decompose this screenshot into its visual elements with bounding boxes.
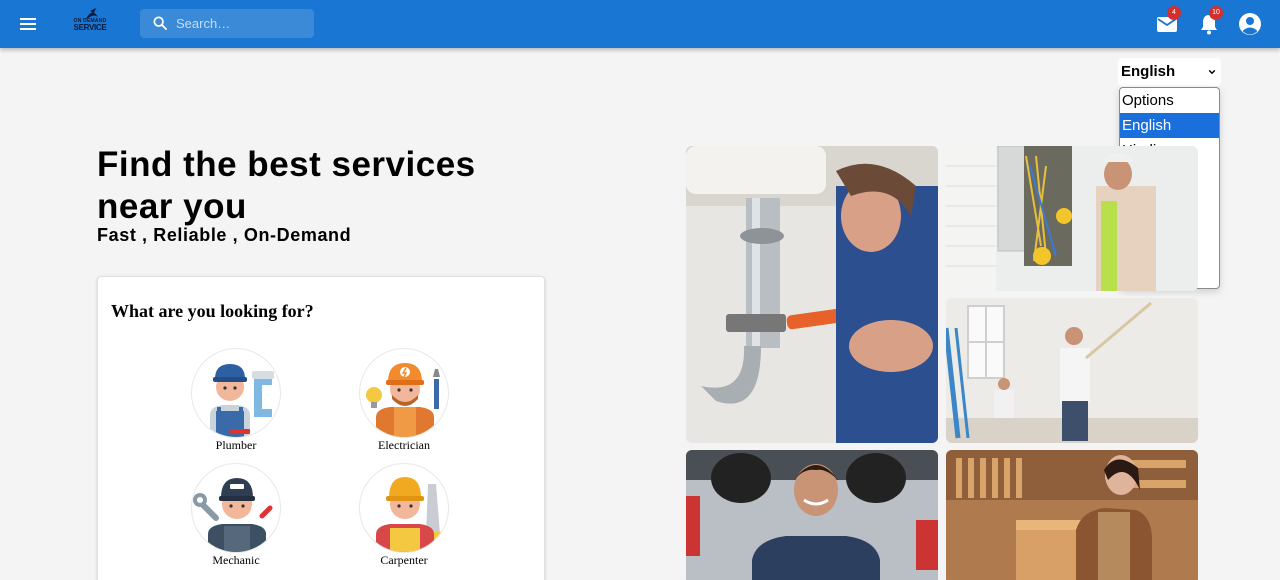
account-circle-icon bbox=[1239, 13, 1261, 35]
hero-subtitle: Fast , Reliable , On-Demand bbox=[97, 225, 352, 245]
logo-line2: SERVICE bbox=[73, 23, 107, 32]
logo[interactable]: ON DEMAND SERVICE bbox=[70, 5, 110, 43]
carpenter-icon bbox=[359, 463, 449, 553]
electrician-icon bbox=[359, 348, 449, 438]
service-label-plumber: Plumber bbox=[215, 438, 257, 452]
service-card: What are you looking for? Plumber Electr… bbox=[97, 276, 545, 580]
language-select[interactable]: English bbox=[1118, 58, 1221, 86]
hero-title: Find the best services near you bbox=[97, 145, 476, 226]
search-box[interactable] bbox=[140, 9, 314, 38]
chevron-down-icon bbox=[1208, 69, 1216, 75]
service-label-electrician: Electrician bbox=[378, 438, 430, 452]
mail-button[interactable]: 4 bbox=[1155, 6, 1181, 36]
account-button[interactable] bbox=[1238, 12, 1262, 36]
painter-photo bbox=[946, 298, 1198, 443]
service-label-carpenter: Carpenter bbox=[380, 553, 428, 567]
menu-button[interactable] bbox=[16, 12, 40, 36]
service-label-mechanic: Mechanic bbox=[212, 553, 260, 567]
language-option-english[interactable]: English bbox=[1120, 113, 1219, 139]
search-icon bbox=[153, 16, 167, 30]
notifications-badge: 10 bbox=[1209, 6, 1223, 20]
search-input[interactable] bbox=[176, 9, 310, 38]
card-title: What are you looking for? bbox=[111, 301, 314, 321]
notifications-button[interactable]: 10 bbox=[1197, 6, 1223, 36]
electrician-photo bbox=[946, 146, 1198, 291]
carpenter-photo bbox=[946, 450, 1198, 580]
plumber-photo bbox=[686, 146, 938, 443]
language-option-options[interactable]: Options bbox=[1120, 88, 1219, 113]
mechanic-icon bbox=[191, 463, 281, 553]
language-selected: English bbox=[1121, 63, 1176, 80]
app-bar: ON DEMAND SERVICE 4 10 bbox=[0, 0, 1280, 48]
plumber-icon bbox=[191, 348, 281, 438]
mechanic-photo bbox=[686, 450, 938, 580]
mail-badge: 4 bbox=[1167, 6, 1181, 20]
